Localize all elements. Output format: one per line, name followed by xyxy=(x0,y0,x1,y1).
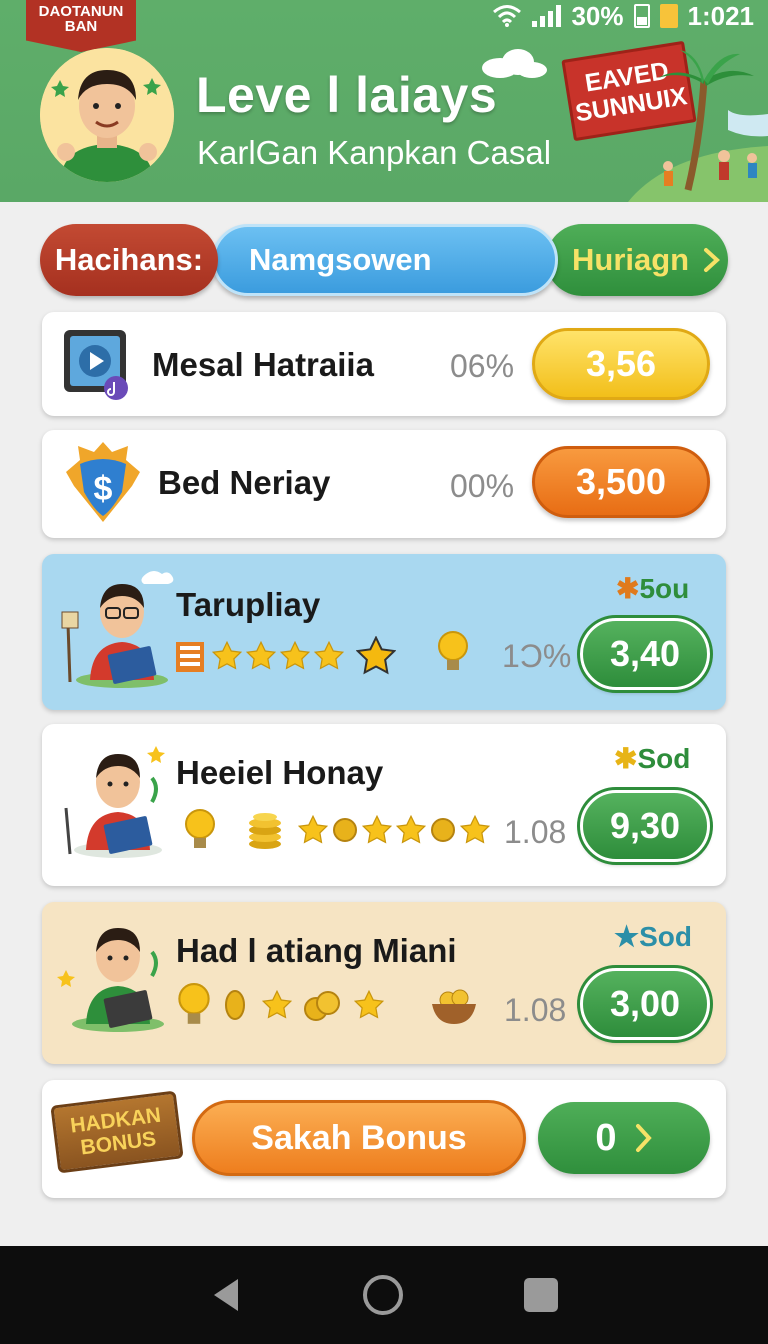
tab-bar: Hacihans: Namgsowen Huriagn xyxy=(40,224,728,300)
star-icon xyxy=(212,641,242,670)
teacher-avatar-icon xyxy=(40,48,174,182)
battery-icon xyxy=(633,4,650,28)
page-title: Leve l laiays xyxy=(196,67,498,123)
battery-charge-icon xyxy=(659,4,678,28)
trophy-star-icon xyxy=(356,636,396,675)
tab-hacihans[interactable]: Hacihans: xyxy=(40,224,218,296)
tab-namgsowen[interactable]: Namgsowen xyxy=(212,224,558,296)
avatar[interactable] xyxy=(40,48,174,182)
wifi-icon xyxy=(493,5,522,27)
star-icon xyxy=(460,815,490,844)
system-nav-bar xyxy=(0,1246,768,1344)
coin-pile-icon xyxy=(304,991,340,1021)
badge-text: Sod xyxy=(639,921,692,952)
coin-stack-icon xyxy=(249,813,281,849)
row-title: Bed Neriay xyxy=(158,464,331,501)
back-icon[interactable] xyxy=(208,1275,244,1315)
gear-icon: ✱ xyxy=(616,573,640,604)
svg-text:$: $ xyxy=(94,470,113,508)
value-button[interactable]: 3,00 xyxy=(577,965,713,1043)
bonus-wood-sign: HADKAN BONUS xyxy=(50,1090,184,1174)
bonus-count: 0 xyxy=(595,1116,617,1159)
star-icon xyxy=(298,815,328,844)
coin-icon xyxy=(431,818,455,842)
badge-text: 5ou xyxy=(639,573,690,604)
dollar-shield-icon: $ xyxy=(66,442,140,522)
reader-boy-icon xyxy=(57,928,164,1032)
cloud-icon xyxy=(482,49,547,78)
row-percent: 1.08 xyxy=(504,992,567,1028)
badge-text: Sod xyxy=(637,743,691,774)
star-badge-icon: ★ xyxy=(614,921,640,952)
reward-icons xyxy=(176,982,384,1028)
row-percent: 00% xyxy=(450,468,515,504)
gear-icon: ✱ xyxy=(614,743,638,774)
lightbulb-icon xyxy=(185,809,215,848)
list-item[interactable]: Mesal Hatraiia 06% 3,56 xyxy=(42,312,726,416)
list-item[interactable]: Tarupliay 1Ͻ% ✱5ou 3,40 xyxy=(42,554,726,710)
list-item[interactable]: Heeiel Honay 1.08 ✱Sod 9,30 xyxy=(42,724,726,886)
star-icon xyxy=(362,815,392,844)
page-subtitle: KarlGan Kanpkan Casal xyxy=(197,134,552,171)
signal-icon xyxy=(532,5,562,27)
tab-huriagn[interactable]: Huriagn xyxy=(546,224,728,296)
palm-tree-scene-icon xyxy=(628,50,768,202)
coin-icon xyxy=(225,990,245,1020)
value-button[interactable]: 3,500 xyxy=(532,446,710,518)
reward-icons xyxy=(182,808,490,852)
list-item[interactable]: Had l atiang Miani 1.08 ★Sod 3,00 xyxy=(42,902,726,1064)
book-icon xyxy=(176,642,204,672)
reader-boy-icon xyxy=(61,571,174,688)
bonus-count-button[interactable]: 0 xyxy=(538,1102,710,1174)
clock: 1:021 xyxy=(687,0,755,31)
recents-icon[interactable] xyxy=(522,1276,560,1314)
row-title: Mesal Hatraiia xyxy=(152,346,374,383)
star-icon xyxy=(246,641,276,670)
star-icon xyxy=(314,641,344,670)
battery-percent: 30% xyxy=(571,0,624,31)
value-button[interactable]: 3,56 xyxy=(532,328,710,400)
value-button[interactable]: 9,30 xyxy=(577,787,713,865)
star-icon xyxy=(354,990,384,1019)
lightbulb-icon xyxy=(438,631,468,670)
status-badge: ✱5ou xyxy=(616,572,689,605)
row-percent: 1Ͻ% xyxy=(502,638,572,674)
star-icon xyxy=(262,990,292,1019)
bonus-row: HADKAN BONUS Sakah Bonus 0 xyxy=(42,1080,726,1198)
chevron-right-icon xyxy=(635,1124,652,1152)
list-item[interactable]: $ Bed Neriay 00% 3,500 xyxy=(42,430,726,538)
app-header: DAOTANUN BAN Leve l laiays KarlGan Kanpk… xyxy=(0,0,768,202)
star-icon xyxy=(280,641,310,670)
header-ribbon: DAOTANUN BAN xyxy=(26,0,136,52)
row-title: Heeiel Honay xyxy=(176,754,384,791)
reader-boy-icon xyxy=(64,746,165,858)
row-percent: 06% xyxy=(450,348,515,384)
value-button[interactable]: 3,40 xyxy=(577,615,713,693)
status-badge: ✱Sod xyxy=(614,742,690,775)
row-percent: 1.08 xyxy=(504,814,567,850)
status-bar: 30% 1:021 xyxy=(492,0,754,32)
star-icon xyxy=(396,815,426,844)
chevron-right-icon xyxy=(704,248,721,272)
bonus-button[interactable]: Sakah Bonus xyxy=(192,1100,526,1176)
video-play-icon xyxy=(64,330,128,400)
home-icon[interactable] xyxy=(361,1273,405,1317)
coin-bowl-icon xyxy=(432,989,476,1024)
row-title: Tarupliay xyxy=(176,586,321,623)
row-title: Had l atiang Miani xyxy=(176,932,457,969)
lightbulb-icon xyxy=(178,983,210,1024)
reward-icons xyxy=(174,636,396,676)
coin-icon xyxy=(333,818,357,842)
status-badge: ★Sod xyxy=(614,920,692,953)
tab-huriagn-label: Huriagn xyxy=(572,242,690,277)
